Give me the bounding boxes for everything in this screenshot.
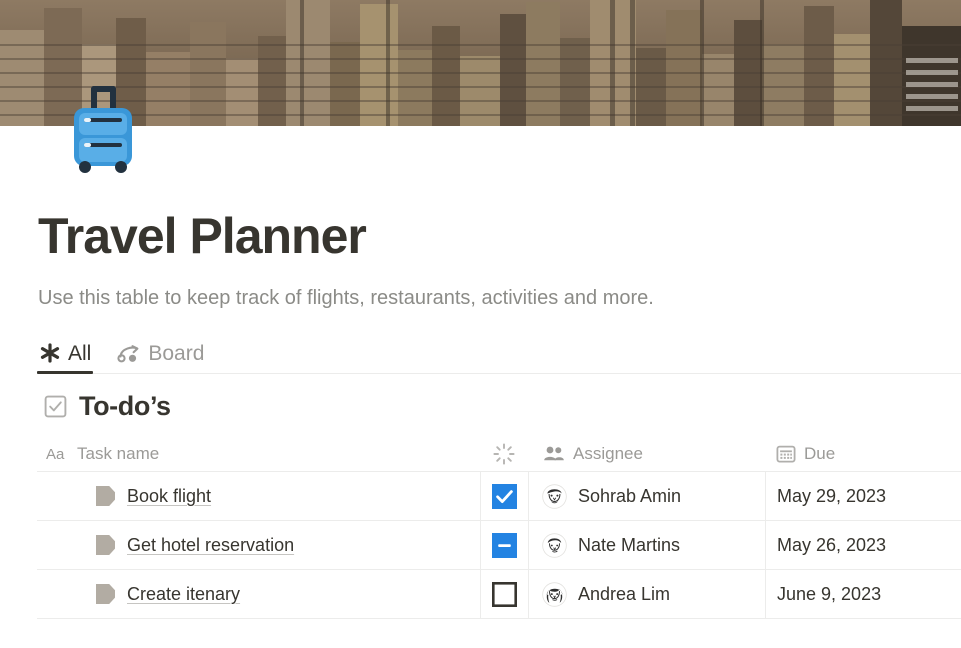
cell-status[interactable]	[480, 570, 528, 618]
page-doc-icon	[95, 485, 116, 507]
tab-board-label: Board	[148, 341, 205, 365]
cell-task-name[interactable]: Get hotel reservation	[37, 521, 480, 569]
task-name-link[interactable]: Book flight	[127, 486, 211, 507]
table-header-row: Aa Task name Assignee Due	[37, 436, 961, 472]
checkbox-checked-icon	[44, 395, 67, 418]
tab-all[interactable]: All	[37, 334, 101, 374]
todos-table: Aa Task name Assignee Due Book flight So…	[37, 436, 961, 619]
checkbox-unchecked[interactable]	[492, 581, 517, 607]
column-header-due-label: Due	[804, 443, 836, 463]
page-doc-icon	[95, 583, 116, 605]
due-date-text: May 29, 2023	[777, 485, 887, 506]
cell-task-name[interactable]: Book flight	[37, 472, 480, 520]
calendar-icon	[776, 444, 796, 464]
due-date-text: June 9, 2023	[777, 583, 882, 604]
tab-board[interactable]: Board	[115, 334, 214, 372]
due-date-text: May 26, 2023	[777, 534, 887, 555]
svg-text:Aa: Aa	[46, 446, 65, 463]
assignee-name: Andrea Lim	[578, 583, 671, 604]
page-cover[interactable]	[0, 0, 961, 126]
board-arrow-icon	[117, 343, 141, 363]
checkbox-indeterminate[interactable]	[492, 532, 517, 558]
notion-page: Travel Planner Use this table to keep tr…	[0, 0, 961, 648]
avatar	[542, 532, 567, 558]
assignee-name: Sohrab Amin	[578, 485, 682, 506]
column-header-assignee[interactable]: Assignee	[528, 436, 765, 471]
task-name-link[interactable]: Create itenary	[127, 584, 240, 605]
cell-assignee[interactable]: Nate Martins	[528, 521, 765, 569]
spinner-icon	[493, 442, 515, 465]
checkbox-checked[interactable]	[492, 483, 517, 509]
asterisk-icon	[39, 342, 61, 364]
section-heading: To-do’s	[44, 391, 961, 422]
table-row[interactable]: Book flight Sohrab Amin May 29, 2023	[37, 472, 961, 521]
cell-status[interactable]	[480, 472, 528, 520]
cell-status[interactable]	[480, 521, 528, 569]
tabs-divider	[37, 373, 961, 374]
cell-assignee[interactable]: Sohrab Amin	[528, 472, 765, 520]
page-title[interactable]: Travel Planner	[38, 208, 961, 264]
section-title[interactable]: To-do’s	[79, 391, 171, 422]
page-content: Travel Planner Use this table to keep tr…	[0, 126, 961, 619]
page-subtitle[interactable]: Use this table to keep track of flights,…	[38, 284, 961, 312]
column-header-task-name-label: Task name	[77, 443, 160, 463]
people-icon	[543, 445, 565, 463]
assignee-name: Nate Martins	[578, 534, 681, 555]
cell-task-name[interactable]: Create itenary	[37, 570, 480, 618]
column-header-task-name[interactable]: Aa Task name	[37, 436, 480, 471]
table-row[interactable]: Get hotel reservation Nate Martins May 2…	[37, 521, 961, 570]
cell-due-date[interactable]: June 9, 2023	[765, 570, 961, 618]
page-doc-icon	[95, 534, 116, 556]
avatar	[542, 581, 567, 607]
cell-due-date[interactable]: May 29, 2023	[765, 472, 961, 520]
aa-text-icon: Aa	[46, 445, 69, 463]
task-name-link[interactable]: Get hotel reservation	[127, 535, 294, 556]
column-header-due[interactable]: Due	[765, 436, 961, 471]
view-tabs: All Board	[37, 332, 961, 374]
avatar	[542, 483, 567, 509]
cell-assignee[interactable]: Andrea Lim	[528, 570, 765, 618]
tab-all-label: All	[68, 341, 92, 365]
table-row[interactable]: Create itenary Andrea Lim June 9, 2023	[37, 570, 961, 619]
cell-due-date[interactable]: May 26, 2023	[765, 521, 961, 569]
column-header-status[interactable]	[480, 436, 528, 471]
column-header-assignee-label: Assignee	[573, 443, 643, 463]
